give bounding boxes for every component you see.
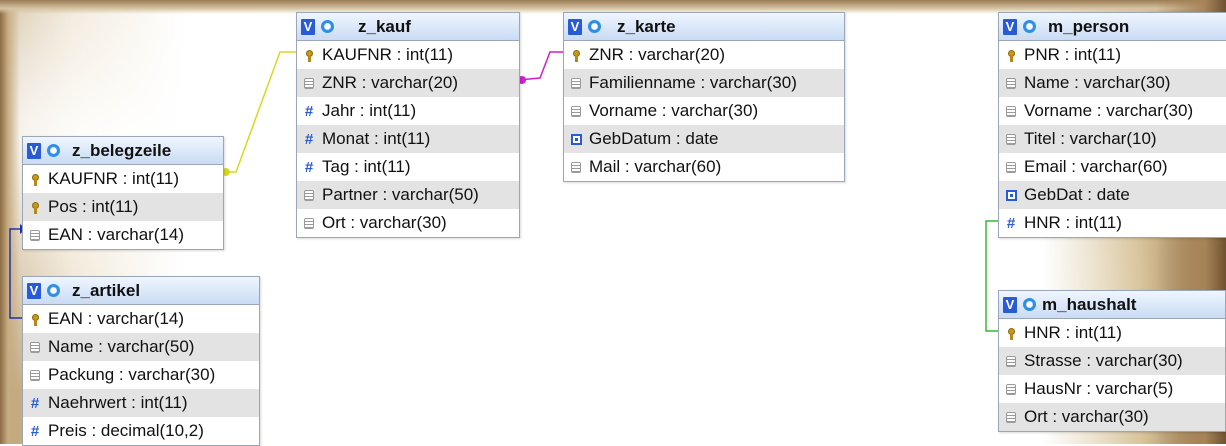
numeric-column-icon: # bbox=[304, 130, 314, 148]
table-name: z_karte bbox=[617, 16, 676, 36]
table-z-belegzeile[interactable]: V z_belegzeile KAUFNR : int(11) Pos : in… bbox=[22, 136, 224, 250]
toggle-columns-icon[interactable]: V bbox=[568, 18, 582, 35]
gear-icon[interactable] bbox=[1023, 298, 1036, 311]
column-row: # HNR : int(11) bbox=[1006, 213, 1122, 232]
table-header[interactable]: V z_artikel bbox=[23, 277, 259, 305]
column-row: ZNR : varchar(20) bbox=[297, 69, 519, 97]
relation-belegzeile-kauf bbox=[222, 51, 296, 173]
toggle-columns-icon[interactable]: V bbox=[27, 282, 41, 299]
column-row: Titel : varchar(10) bbox=[999, 125, 1226, 153]
column-row: GebDatum : date bbox=[564, 125, 844, 153]
text-column-icon bbox=[1006, 411, 1016, 423]
column-row: # Preis : decimal(10,2) bbox=[30, 421, 204, 440]
text-column-icon bbox=[571, 105, 581, 117]
column-row: # Naehrwert : int(11) bbox=[23, 389, 259, 417]
primary-key-icon bbox=[305, 49, 313, 62]
text-column-icon bbox=[571, 77, 581, 89]
text-column-icon bbox=[304, 77, 314, 89]
column-row: Packung : varchar(30) bbox=[23, 361, 259, 389]
column-row: HNR : int(11) bbox=[999, 319, 1225, 347]
primary-key-icon bbox=[572, 49, 580, 62]
table-z-karte[interactable]: V z_karte ZNR : varchar(20) Familienname… bbox=[563, 12, 845, 182]
gear-icon[interactable] bbox=[321, 20, 334, 33]
table-header[interactable]: V m_person bbox=[999, 13, 1226, 41]
column-row: # Jahr : int(11) bbox=[304, 101, 417, 120]
table-header[interactable]: V z_karte bbox=[564, 13, 844, 41]
table-header[interactable]: V z_kauf bbox=[297, 13, 519, 41]
text-column-icon bbox=[1006, 77, 1016, 89]
text-column-icon bbox=[1006, 355, 1016, 367]
numeric-column-icon: # bbox=[1006, 214, 1016, 232]
date-column-icon bbox=[1005, 189, 1017, 201]
toggle-columns-icon[interactable]: V bbox=[1003, 296, 1017, 313]
primary-key-icon bbox=[31, 173, 39, 186]
relation-kauf-karte bbox=[517, 51, 563, 81]
column-row: Strasse : varchar(30) bbox=[999, 347, 1225, 375]
numeric-column-icon: # bbox=[30, 422, 40, 440]
table-m-person[interactable]: V m_person PNR : int(11) Name : varchar(… bbox=[998, 12, 1226, 238]
numeric-column-icon: # bbox=[304, 158, 314, 176]
gear-icon[interactable] bbox=[47, 284, 60, 297]
column-row: GebDat : date bbox=[999, 181, 1226, 209]
column-row: # Tag : int(11) bbox=[304, 157, 411, 176]
toggle-columns-icon[interactable]: V bbox=[301, 18, 315, 35]
relation-person-haushalt bbox=[985, 220, 998, 332]
gear-icon[interactable] bbox=[1023, 20, 1036, 33]
toggle-columns-icon[interactable]: V bbox=[27, 142, 41, 159]
table-header[interactable]: V m_haushalt bbox=[999, 291, 1225, 319]
column-row: EAN : varchar(14) bbox=[23, 305, 259, 333]
column-row: KAUFNR : int(11) bbox=[297, 41, 519, 69]
column-row: KAUFNR : int(11) bbox=[23, 165, 223, 193]
column-row: # Monat : int(11) bbox=[297, 125, 519, 153]
gear-icon[interactable] bbox=[47, 144, 60, 157]
text-column-icon bbox=[1006, 161, 1016, 173]
column-row: Familienname : varchar(30) bbox=[564, 69, 844, 97]
text-column-icon bbox=[30, 369, 40, 381]
primary-key-icon bbox=[1007, 49, 1015, 62]
toggle-columns-icon[interactable]: V bbox=[1003, 18, 1017, 35]
table-z-artikel[interactable]: V z_artikel EAN : varchar(14) Name : var… bbox=[22, 276, 260, 446]
table-name: z_belegzeile bbox=[72, 140, 172, 160]
column-row: Email : varchar(60) bbox=[999, 153, 1226, 181]
primary-key-icon bbox=[31, 313, 39, 326]
primary-key-icon bbox=[31, 201, 39, 214]
column-row: PNR : int(11) bbox=[999, 41, 1226, 69]
table-name: m_haushalt bbox=[1042, 294, 1137, 314]
relation-belegzeile-artikel bbox=[9, 228, 22, 319]
column-row: Vorname : varchar(30) bbox=[999, 97, 1226, 125]
column-row: Name : varchar(50) bbox=[23, 333, 259, 361]
column-row: Pos : int(11) bbox=[23, 193, 223, 221]
column-row: ZNR : varchar(20) bbox=[564, 41, 844, 69]
text-column-icon bbox=[1006, 133, 1016, 145]
column-row: Vorname : varchar(30) bbox=[564, 97, 844, 125]
numeric-column-icon: # bbox=[304, 102, 314, 120]
gear-icon[interactable] bbox=[588, 20, 601, 33]
column-row: Ort : varchar(30) bbox=[297, 209, 519, 237]
text-column-icon bbox=[304, 217, 314, 229]
text-column-icon bbox=[304, 189, 314, 201]
column-row: EAN : varchar(14) bbox=[23, 221, 223, 249]
column-row: Ort : varchar(30) bbox=[999, 403, 1225, 431]
table-m-haushalt[interactable]: V m_haushalt HNR : int(11) Strasse : var… bbox=[998, 290, 1226, 432]
column-row: Partner : varchar(50) bbox=[297, 181, 519, 209]
text-column-icon bbox=[30, 341, 40, 353]
column-row: Mail : varchar(60) bbox=[564, 153, 844, 181]
date-column-icon bbox=[570, 133, 582, 145]
column-row: HausNr : varchar(5) bbox=[999, 375, 1225, 403]
table-name: z_kauf bbox=[358, 16, 411, 36]
text-column-icon bbox=[30, 229, 40, 241]
text-column-icon bbox=[1006, 383, 1016, 395]
text-column-icon bbox=[571, 161, 581, 173]
table-name: m_person bbox=[1048, 16, 1130, 36]
numeric-column-icon: # bbox=[30, 394, 40, 412]
column-row: Name : varchar(30) bbox=[999, 69, 1226, 97]
primary-key-icon bbox=[1007, 327, 1015, 340]
text-column-icon bbox=[1006, 105, 1016, 117]
table-z-kauf[interactable]: V z_kauf KAUFNR : int(11) ZNR : varchar(… bbox=[296, 12, 520, 238]
table-name: z_artikel bbox=[72, 280, 141, 300]
table-header[interactable]: V z_belegzeile bbox=[23, 137, 223, 165]
